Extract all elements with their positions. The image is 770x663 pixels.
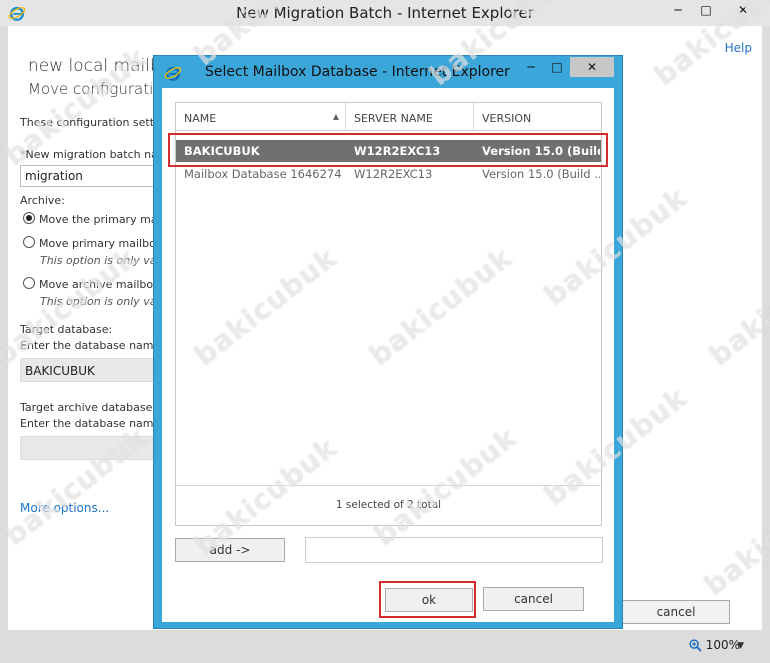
radio-label-move-primary-archive: Move the primary ma — [39, 213, 158, 226]
radio-move-primary-archive[interactable] — [23, 212, 35, 224]
cell-name: Mailbox Database 1646274... — [184, 167, 342, 181]
target-database-hint: Enter the database name — [20, 339, 161, 352]
radio-note-move-primary-only: This option is only va — [40, 254, 157, 267]
page-subtitle: Move configuration — [28, 80, 172, 98]
select-mailbox-database-dialog: Select Mailbox Database - Internet Explo… — [153, 55, 623, 629]
status-bar: 100% ▼ — [0, 630, 770, 663]
radio-move-primary-only[interactable] — [23, 236, 35, 248]
column-header-name-label: NAME — [184, 112, 217, 125]
dialog-title: Select Mailbox Database - Internet Explo… — [205, 64, 510, 80]
dialog-maximize-button[interactable]: □ — [544, 57, 570, 77]
maximize-button[interactable]: □ — [692, 0, 720, 20]
dialog-titlebar: Select Mailbox Database - Internet Explo… — [154, 56, 622, 90]
target-database-label: Target database: — [20, 323, 113, 336]
target-database-field[interactable]: BAKICUBUK — [20, 358, 160, 382]
zoom-level: 100% — [705, 638, 740, 652]
batch-name-input[interactable]: migration — [20, 165, 160, 187]
selected-database-field[interactable] — [305, 537, 603, 563]
cell-server: W12R2EXC13 — [354, 167, 433, 181]
close-icon: ✕ — [737, 3, 749, 17]
outer-window-title: New Migration Batch - Internet Explorer — [236, 4, 534, 22]
archive-label: Archive: — [20, 194, 65, 207]
more-options-link[interactable]: More options... — [20, 501, 109, 515]
column-header-name[interactable]: NAME ▲ — [176, 103, 346, 131]
sort-ascending-icon: ▲ — [332, 112, 339, 121]
add-button[interactable]: add -> — [175, 538, 285, 562]
radio-label-move-archive-only: Move archive mailbo — [39, 278, 154, 291]
configuration-description: These configuration setti — [20, 116, 158, 129]
radio-note-move-archive-only: This option is only va — [40, 295, 157, 308]
close-icon: ✕ — [586, 60, 598, 74]
target-archive-database-field[interactable] — [20, 436, 160, 460]
column-header-server-name[interactable]: SERVER NAME — [346, 103, 474, 131]
column-header-version-label: VERSION — [482, 112, 532, 125]
dialog-close-button[interactable]: ✕ — [570, 57, 614, 77]
target-archive-database-hint: Enter the database name — [20, 417, 161, 430]
batch-name-label: *New migration batch na — [20, 148, 158, 161]
radio-move-archive-only[interactable] — [23, 277, 35, 289]
radio-label-move-primary-only: Move primary mailbo — [39, 237, 156, 250]
outer-cancel-button[interactable]: cancel — [622, 600, 730, 624]
grid-header: NAME ▲ SERVER NAME VERSION — [176, 103, 601, 131]
zoom-icon — [689, 638, 702, 652]
close-button[interactable]: ✕ — [720, 0, 766, 20]
minimize-icon: ─ — [674, 3, 682, 17]
highlight-selected-row — [168, 133, 608, 167]
zoom-control[interactable]: 100% — [689, 638, 740, 652]
column-header-version[interactable]: VERSION — [474, 103, 603, 131]
internet-explorer-icon — [164, 66, 182, 81]
target-archive-database-label: Target archive database: — [20, 401, 157, 414]
cell-version: Version 15.0 (Build ... — [482, 167, 600, 181]
selection-count: 1 selected of 2 total — [176, 485, 601, 525]
outer-window-controls: ─ □ ✕ — [664, 0, 766, 20]
dialog-window-controls: ─ □ ✕ — [518, 57, 614, 77]
dialog-minimize-button[interactable]: ─ — [518, 57, 544, 77]
highlight-ok-button — [379, 581, 476, 618]
cancel-button[interactable]: cancel — [483, 587, 584, 611]
dialog-body: NAME ▲ SERVER NAME VERSION BAKICUBUK W12… — [162, 88, 614, 622]
column-header-server-name-label: SERVER NAME — [354, 112, 433, 125]
minimize-button[interactable]: ─ — [664, 0, 692, 20]
minimize-icon: ─ — [527, 60, 535, 74]
page-title: new local mailbo — [28, 56, 172, 76]
maximize-icon: □ — [700, 3, 712, 17]
help-link[interactable]: Help — [725, 41, 752, 55]
chevron-down-icon[interactable]: ▼ — [737, 641, 744, 651]
maximize-icon: □ — [551, 60, 563, 74]
outer-titlebar: New Migration Batch - Internet Explorer … — [0, 0, 770, 26]
